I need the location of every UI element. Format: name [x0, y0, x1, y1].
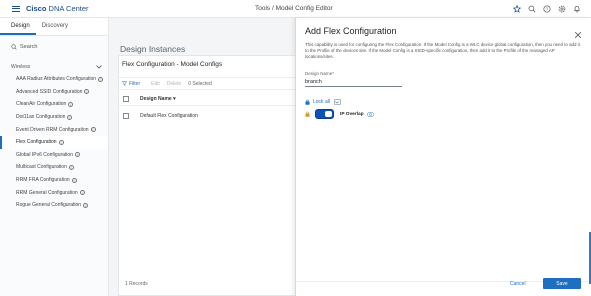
- info-icon: i: [67, 114, 73, 120]
- sidebar-item-event-driven-rrm[interactable]: Event Driven RRM Configuration i: [0, 123, 108, 136]
- design-name-input[interactable]: branch: [305, 79, 402, 87]
- edit-button[interactable]: Edit: [151, 81, 160, 87]
- column-header-design-name[interactable]: Design Name ▾: [140, 96, 176, 102]
- top-bar: Cisco DNA Center Tools / Model Config Ed…: [0, 0, 591, 18]
- notifications-icon[interactable]: [572, 4, 581, 13]
- info-icon[interactable]: [366, 111, 374, 117]
- panel-title: Add Flex Configuration: [305, 26, 397, 36]
- add-flex-config-panel: Add Flex Configuration This capability i…: [295, 18, 591, 296]
- delete-button[interactable]: Delete: [167, 81, 181, 87]
- model-configs-card: Flex Configuration - Model Configs Filte…: [118, 55, 305, 296]
- top-icons: ?: [512, 4, 581, 13]
- svg-text:?: ?: [545, 6, 548, 11]
- sidebar-item-rogue-general[interactable]: Rogue General Configuration i: [0, 199, 108, 212]
- lock-all-label: Lock all: [313, 99, 330, 105]
- info-icon: i: [83, 202, 89, 208]
- filter-icon: [122, 81, 127, 86]
- sidebar-item-rrm-general[interactable]: RRM General Configuration i: [0, 186, 108, 199]
- info-icon: i: [71, 177, 77, 183]
- info-icon: i: [90, 127, 96, 133]
- sidebar-item-dot11ax[interactable]: Dot11ax Configuration i: [0, 111, 108, 124]
- info-icon: i: [68, 164, 74, 170]
- panel-description: This capability is used for configuring …: [305, 42, 580, 59]
- section-label: Wireless: [11, 64, 31, 70]
- row-design-name[interactable]: Default Flex Configuration: [140, 113, 198, 119]
- sidebar-item-global-ipv6[interactable]: Global IPv6 Configuration i: [0, 149, 108, 162]
- lock-all-control[interactable]: Lock all: [305, 99, 341, 105]
- ip-overlap-label: IP Overlap: [340, 111, 364, 117]
- sidebar-item-aaa-radius[interactable]: AAA Radius Attributes Configuration i: [0, 73, 108, 86]
- lock-icon[interactable]: [305, 111, 310, 117]
- sidebar-search-label: Search: [20, 44, 38, 50]
- main-content: Design Instances Flex Configuration - Mo…: [110, 18, 305, 296]
- search-icon: [11, 44, 17, 50]
- records-count: 1 Records: [125, 281, 148, 287]
- settings-icon[interactable]: [557, 4, 566, 13]
- table-row[interactable]: Default Flex Configuration: [119, 109, 305, 122]
- sidebar-search[interactable]: Search: [11, 44, 108, 50]
- info-icon: i: [84, 89, 90, 95]
- sidebar-item-advanced-ssid[interactable]: Advanced SSID Configuration i: [0, 86, 108, 99]
- tab-discovery[interactable]: Discovery: [36, 18, 74, 35]
- save-button[interactable]: Save: [543, 278, 581, 289]
- page-title: Design Instances: [120, 44, 186, 54]
- card-title: Flex Configuration - Model Configs: [122, 61, 223, 68]
- info-icon: i: [79, 190, 85, 196]
- chevron-down-icon[interactable]: [333, 99, 341, 105]
- sidebar-item-flex[interactable]: Flex Configuration i: [0, 135, 108, 149]
- sidebar-item-multicast[interactable]: Multicast Configuration i: [0, 161, 108, 174]
- star-icon[interactable]: [512, 4, 521, 13]
- info-icon: i: [68, 101, 74, 107]
- lock-icon: [305, 99, 310, 105]
- info-icon: i: [58, 139, 64, 145]
- selected-count: 0 Selected: [188, 80, 212, 87]
- sidebar-nav: AAA Radius Attributes Configuration i Adv…: [0, 73, 108, 212]
- info-icon: i: [98, 76, 104, 82]
- row-checkbox[interactable]: [123, 112, 129, 119]
- app-brand[interactable]: Cisco DNA Center: [26, 4, 89, 13]
- breadcrumb: Tools / Model Config Editor: [255, 5, 333, 12]
- menu-icon[interactable]: [12, 5, 20, 12]
- cancel-button[interactable]: Cancel: [510, 281, 526, 287]
- table-header: Design Name ▾: [119, 93, 305, 106]
- ip-overlap-row: IP Overlap: [305, 109, 374, 119]
- tab-design[interactable]: Design: [0, 18, 36, 35]
- sidebar-item-cleanair[interactable]: CleanAir Configuration i: [0, 98, 108, 111]
- sidebar-item-rrm-fra[interactable]: RRM FRA Configuration i: [0, 174, 108, 187]
- close-icon[interactable]: [574, 26, 582, 39]
- chevron-down-icon: [96, 65, 102, 69]
- section-wireless[interactable]: Wireless: [11, 64, 102, 70]
- design-name-label: Design Name*: [305, 71, 335, 76]
- search-icon[interactable]: [527, 4, 536, 13]
- help-icon[interactable]: ?: [542, 4, 551, 13]
- filter-button[interactable]: Filter: [122, 81, 140, 87]
- table-toolbar: Filter Edit Delete 0 Selected: [119, 77, 305, 90]
- info-icon: i: [74, 152, 80, 158]
- sidebar: Design Discovery Search Wireless AAA Rad…: [0, 18, 109, 296]
- select-all-checkbox[interactable]: [123, 96, 129, 102]
- ip-overlap-toggle[interactable]: [315, 109, 334, 119]
- sidebar-tabs: Design Discovery: [0, 18, 108, 36]
